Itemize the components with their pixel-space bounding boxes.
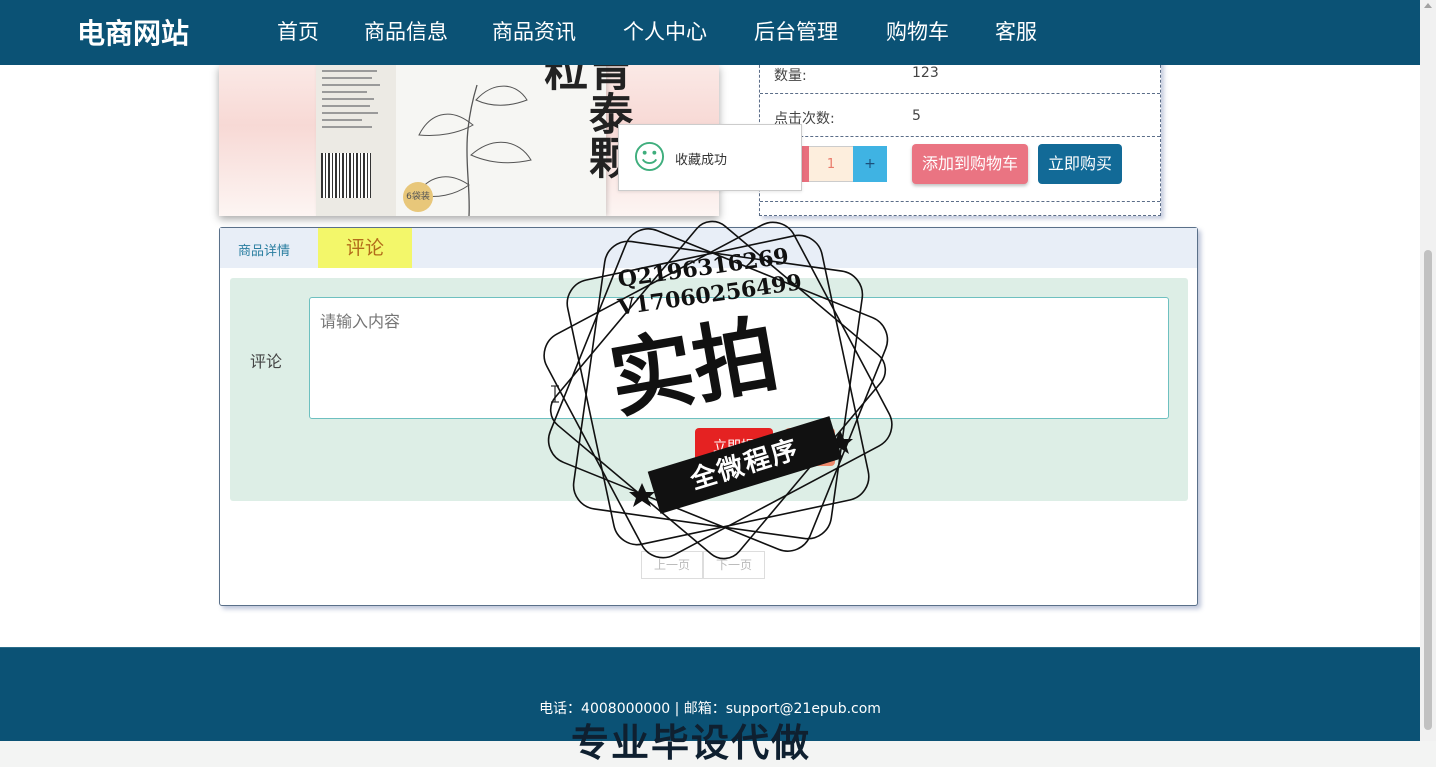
site-brand[interactable]: 电商网站	[77, 12, 189, 52]
smiley-icon	[634, 141, 665, 172]
quantity-minus-button[interactable]	[801, 146, 809, 182]
tab-comment[interactable]: 评论	[318, 228, 412, 268]
nav-products[interactable]: 商品信息	[364, 16, 448, 46]
footer: 电话：4008000000 | 邮箱：support@21epub.com 专业…	[0, 648, 1420, 765]
nav-admin[interactable]: 后台管理	[754, 16, 838, 46]
info-value: 5	[912, 108, 921, 124]
buy-now-button[interactable]: 立即购买	[1038, 144, 1122, 184]
info-row-spacer	[760, 190, 1160, 202]
footer-watermark-text: 专业毕设代做	[571, 721, 812, 765]
product-info-panel: 数量: 123 点击次数: 5	[759, 55, 1161, 216]
quantity-value[interactable]: 1	[809, 146, 853, 182]
product-box-badge: 6袋装	[403, 182, 433, 212]
next-page-button[interactable]: 下一页	[703, 551, 766, 579]
quantity-plus-button[interactable]: +	[853, 146, 887, 182]
comment-label: 评论	[250, 352, 283, 371]
info-row-clicks: 点击次数: 5	[760, 94, 1160, 137]
page: 电商网站 首页 商品信息 商品资讯 个人中心 后台管理 购物车 客服 胃泰颗粒 …	[0, 0, 1420, 765]
vertical-scrollbar[interactable]	[1420, 0, 1436, 741]
nav-service[interactable]: 客服	[995, 16, 1037, 46]
toast-message: 收藏成功	[675, 153, 728, 168]
text-cursor-icon	[551, 385, 559, 403]
scrollbar-thumb[interactable]	[1424, 250, 1432, 730]
comment-form: 评论 立即提 重	[230, 278, 1188, 501]
product-tabs-panel: 商品详情 评论 评论 立即提 重 上一页 下一页	[219, 227, 1198, 606]
nav-home[interactable]: 首页	[277, 16, 319, 46]
info-value: 123	[912, 65, 939, 81]
add-to-cart-button[interactable]: 添加到购物车	[912, 144, 1028, 184]
comment-input[interactable]	[309, 297, 1169, 419]
product-box-text	[322, 70, 382, 133]
reset-button[interactable]: 重	[785, 428, 835, 466]
product-box-title: 胃泰颗粒	[536, 65, 632, 179]
nav-profile[interactable]: 个人中心	[623, 16, 707, 46]
tab-product-detail[interactable]: 商品详情	[238, 240, 290, 259]
pagination: 上一页 下一页	[641, 551, 766, 579]
top-navbar: 电商网站 首页 商品信息 商品资讯 个人中心 后台管理 购物车 客服	[0, 0, 1420, 65]
nav-cart[interactable]: 购物车	[886, 16, 949, 46]
submit-comment-button[interactable]: 立即提	[695, 428, 773, 466]
barcode-graphic	[321, 153, 371, 198]
tabs-bar: 商品详情 评论	[220, 228, 1197, 268]
favorite-toast: 收藏成功	[618, 124, 802, 191]
nav-news[interactable]: 商品资讯	[492, 16, 576, 46]
prev-page-button[interactable]: 上一页	[641, 551, 704, 579]
info-label: 数量:	[774, 68, 807, 84]
scroll-up-arrow-icon[interactable]	[1424, 3, 1432, 8]
quantity-stepper: 1 +	[801, 146, 887, 182]
